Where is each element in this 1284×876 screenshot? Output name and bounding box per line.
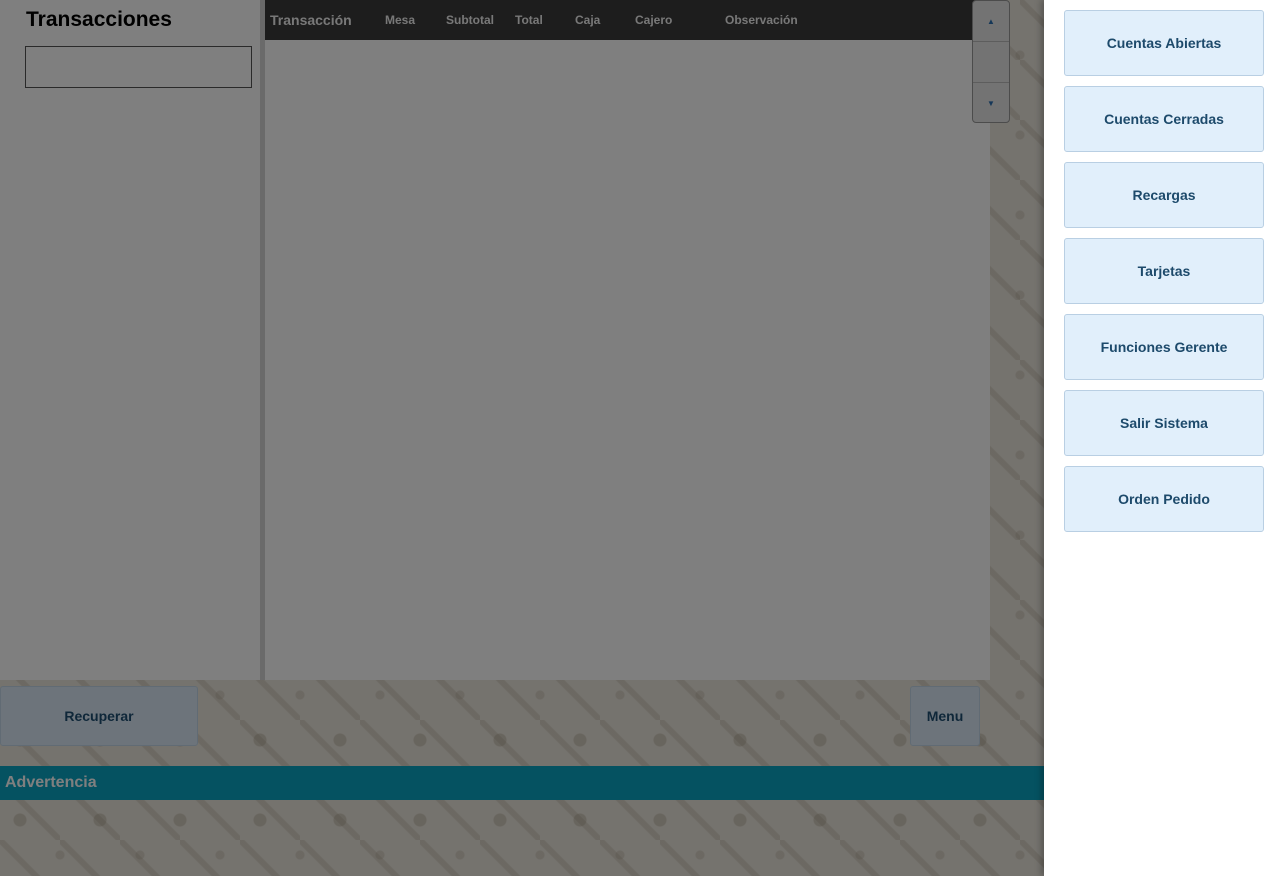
funciones-gerente-button[interactable]: Funciones Gerente — [1064, 314, 1264, 380]
cuentas-abiertas-button[interactable]: Cuentas Abiertas — [1064, 10, 1264, 76]
salir-sistema-button[interactable]: Salir Sistema — [1064, 390, 1264, 456]
cuentas-cerradas-button[interactable]: Cuentas Cerradas — [1064, 86, 1264, 152]
recargas-button[interactable]: Recargas — [1064, 162, 1264, 228]
orden-pedido-button[interactable]: Orden Pedido — [1064, 466, 1264, 532]
side-menu: Cuentas Abiertas Cuentas Cerradas Recarg… — [1044, 0, 1284, 876]
tarjetas-button[interactable]: Tarjetas — [1064, 238, 1264, 304]
